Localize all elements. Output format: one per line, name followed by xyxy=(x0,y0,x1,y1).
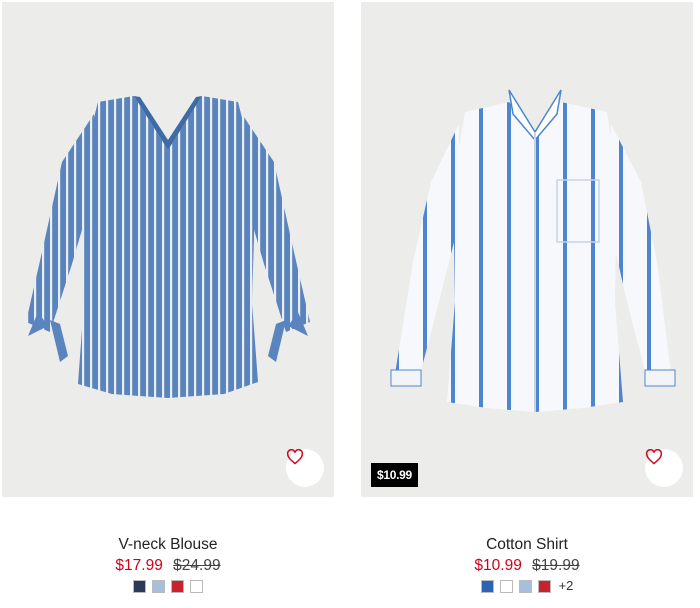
swatch-white[interactable] xyxy=(190,579,203,593)
original-price: $24.99 xyxy=(173,557,221,574)
product-info: Cotton Shirt $10.99 $19.99 +2 xyxy=(361,535,693,593)
product-card-v-neck-blouse[interactable]: V-neck Blouse $17.99 $24.99 xyxy=(2,0,334,608)
sale-price: $10.99 xyxy=(474,557,522,574)
favorite-button[interactable] xyxy=(286,449,324,487)
swatch-navy[interactable] xyxy=(133,579,146,593)
price-badge: $10.99 xyxy=(371,463,418,487)
product-info: V-neck Blouse $17.99 $24.99 xyxy=(2,535,334,593)
product-image-cotton-shirt[interactable]: $10.99 xyxy=(361,2,693,497)
heart-icon xyxy=(286,449,304,465)
swatch-light-blue[interactable] xyxy=(518,579,532,593)
product-title[interactable]: Cotton Shirt xyxy=(361,535,693,555)
original-price: $19.99 xyxy=(532,557,580,574)
product-prices: $10.99 $19.99 xyxy=(361,556,693,576)
color-swatches xyxy=(2,579,334,593)
product-image-v-neck-blouse[interactable] xyxy=(2,2,334,497)
product-card-cotton-shirt[interactable]: $10.99 Cotton Shirt $10.99 $19.99 +2 xyxy=(361,0,693,608)
swatch-light-blue[interactable] xyxy=(152,579,165,593)
swatch-red[interactable] xyxy=(537,579,551,593)
color-swatches: +2 xyxy=(361,579,693,593)
swatch-blue[interactable] xyxy=(480,579,494,593)
product-title[interactable]: V-neck Blouse xyxy=(2,535,334,555)
shirt-illustration xyxy=(390,89,676,412)
heart-icon xyxy=(645,449,663,465)
more-colors-count[interactable]: +2 xyxy=(559,579,574,593)
sale-price: $17.99 xyxy=(115,557,163,574)
blouse-illustration xyxy=(26,96,310,398)
product-prices: $17.99 $24.99 xyxy=(2,556,334,576)
swatch-white[interactable] xyxy=(499,579,513,593)
favorite-button[interactable] xyxy=(645,449,683,487)
swatch-red[interactable] xyxy=(171,579,184,593)
